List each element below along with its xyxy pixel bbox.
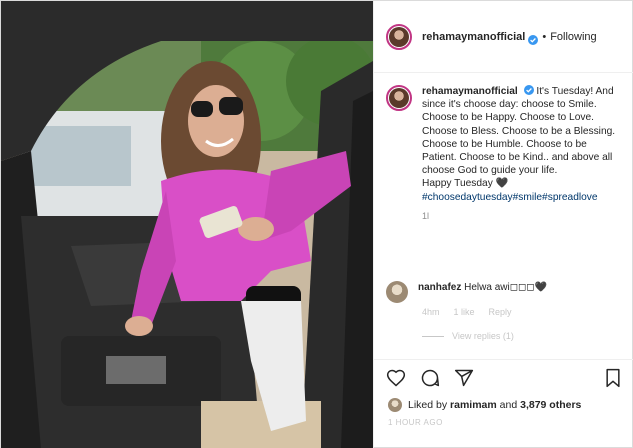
replies-line [422, 335, 444, 337]
post-header: rehamaymanofficial • Following [374, 1, 633, 73]
caption-hashtags[interactable]: #choosedaytuesday#smile#spreadlove [422, 192, 598, 203]
header-separator: • [542, 30, 547, 43]
view-replies[interactable]: View replies (1) [422, 331, 514, 341]
caption-time: 1l [422, 210, 430, 221]
share-icon[interactable] [454, 368, 474, 388]
heart-icon[interactable] [386, 368, 406, 388]
author-avatar[interactable] [386, 23, 412, 50]
likes-prefix: Liked by [408, 399, 448, 411]
post-side-panel: rehamaymanofficial • Following rehamayma… [373, 1, 633, 448]
post-photo[interactable] [1, 1, 373, 448]
following-button[interactable]: Following [550, 31, 596, 43]
caption-body: rehamaymanofficial It's Tuesday! And sin… [422, 85, 622, 223]
commenter-avatar[interactable] [386, 281, 408, 303]
caption-username[interactable]: rehamaymanofficial [422, 86, 518, 97]
caption-text: It's Tuesday! And since it's choose day:… [422, 86, 616, 177]
post-date: 1 HOUR AGO [388, 418, 443, 427]
comment-likes[interactable]: 1 like [454, 307, 475, 317]
comment-meta: 4hm 1 like Reply [422, 307, 512, 317]
likes-summary: Liked by ramimam and 3,879 others [388, 398, 581, 412]
view-replies-label[interactable]: View replies (1) [452, 331, 514, 341]
comment-item: nanhafez Helwa awi◻◻◻🖤 [386, 281, 626, 303]
comment-body: nanhafez Helwa awi◻◻◻🖤 [418, 281, 547, 303]
liker-avatar[interactable] [388, 398, 402, 412]
comment-time: 4hm [422, 307, 440, 317]
comment-icon[interactable] [420, 368, 440, 388]
author-username[interactable]: rehamaymanofficial [422, 31, 525, 43]
comment-username[interactable]: nanhafez [418, 282, 461, 293]
bookmark-icon[interactable] [603, 368, 623, 388]
liker-username[interactable]: ramimam [450, 399, 497, 411]
likes-count[interactable]: 3,879 others [520, 399, 581, 411]
comment-reply-button[interactable]: Reply [489, 307, 512, 317]
likes-and: and [499, 399, 518, 411]
verified-badge-icon [528, 32, 539, 45]
photo-illustration [1, 1, 373, 448]
instagram-post: rehamaymanofficial • Following rehamayma… [0, 0, 633, 448]
comment-text: Helwa awi◻◻◻🖤 [464, 282, 548, 293]
verified-badge-icon [523, 85, 534, 95]
post-caption: rehamaymanofficial It's Tuesday! And sin… [386, 85, 626, 223]
caption-sign: Happy Tuesday 🖤 [422, 178, 509, 190]
action-icons [386, 368, 474, 388]
caption-avatar[interactable] [386, 85, 412, 111]
post-actions: Liked by ramimam and 3,879 others 1 HOUR… [374, 359, 633, 448]
